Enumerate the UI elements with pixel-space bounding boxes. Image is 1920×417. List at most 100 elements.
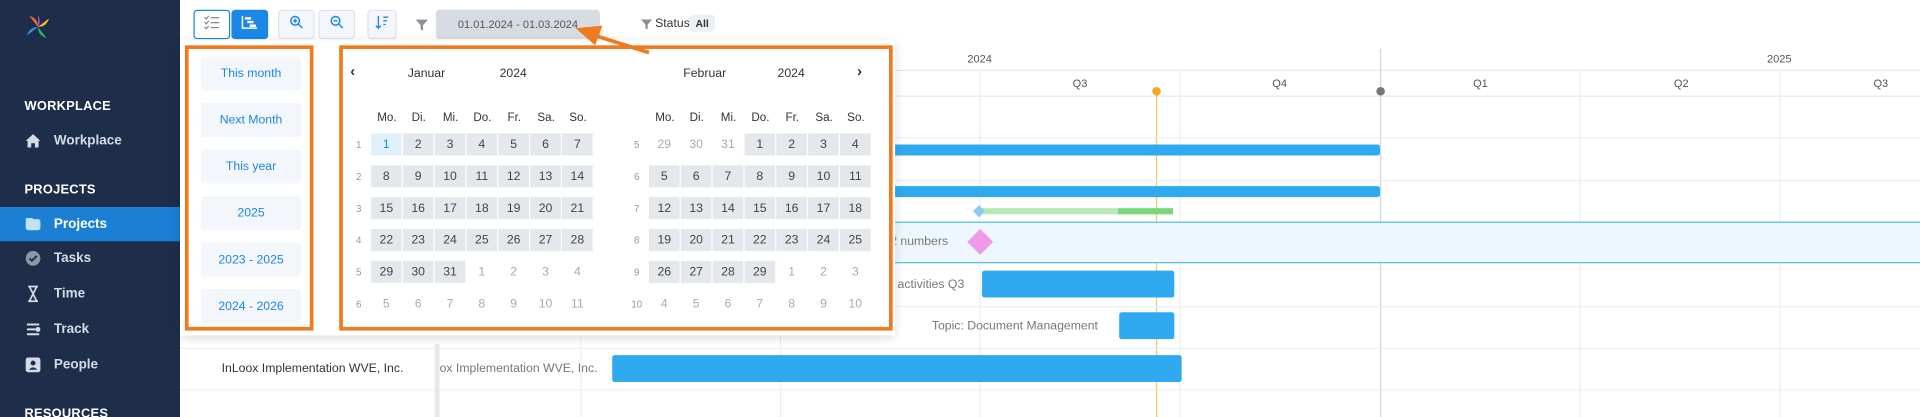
- calendar-day[interactable]: 4: [840, 133, 871, 156]
- calendar-day[interactable]: 21: [712, 228, 744, 252]
- calendar-day[interactable]: 8: [467, 293, 498, 315]
- calendar-day[interactable]: 25: [466, 228, 498, 252]
- calendar-day[interactable]: 30: [402, 260, 434, 283]
- calendar-day[interactable]: 10: [530, 293, 561, 315]
- calendar-day[interactable]: 3: [808, 133, 839, 156]
- calendar-day[interactable]: 1: [776, 261, 807, 283]
- sidebar-item-track[interactable]: Track: [0, 312, 180, 346]
- calendar-day[interactable]: 28: [562, 228, 593, 252]
- calendar-day[interactable]: 26: [498, 228, 529, 252]
- calendar-day[interactable]: 15: [371, 197, 402, 220]
- calendar-day[interactable]: 18: [840, 197, 871, 220]
- left-month-label[interactable]: Januar: [408, 67, 445, 80]
- calendar-day[interactable]: 7: [744, 293, 775, 315]
- calendar-day[interactable]: 5: [681, 293, 712, 315]
- preset-this-year[interactable]: This year: [200, 149, 302, 184]
- calendar-day[interactable]: 31: [713, 133, 744, 155]
- calendar-day[interactable]: 10: [808, 165, 839, 188]
- calendar-day[interactable]: 16: [776, 197, 807, 220]
- calendar-day[interactable]: 8: [371, 165, 402, 188]
- sidebar-item-tasks[interactable]: Tasks: [0, 241, 180, 275]
- calendar-day[interactable]: 17: [808, 197, 839, 220]
- calendar-day[interactable]: 13: [680, 197, 712, 220]
- calendar-day[interactable]: 24: [808, 228, 839, 252]
- task-bar[interactable]: [612, 355, 1182, 383]
- preset-next-month[interactable]: Next Month: [200, 102, 302, 138]
- calendar-day[interactable]: 6: [713, 293, 744, 315]
- sidebar-item-people[interactable]: People: [0, 348, 180, 382]
- zoom-in-button[interactable]: [277, 9, 315, 40]
- task-list-view-button[interactable]: [193, 9, 231, 40]
- gantt-view-button[interactable]: [231, 9, 269, 40]
- calendar-day[interactable]: 6: [680, 165, 712, 188]
- calendar-day[interactable]: 29: [649, 133, 680, 155]
- calendar-day[interactable]: 20: [530, 197, 561, 220]
- calendar-day[interactable]: 6: [530, 133, 561, 156]
- status-all-badge[interactable]: All: [689, 14, 715, 32]
- preset-2024-2026[interactable]: 2024 - 2026: [200, 288, 302, 324]
- task-bar[interactable]: [982, 270, 1175, 298]
- sidebar-item-time[interactable]: Time: [0, 277, 180, 311]
- calendar-day[interactable]: 25: [840, 228, 871, 252]
- calendar-day[interactable]: 22: [371, 228, 402, 252]
- calendar-day[interactable]: 14: [712, 197, 744, 220]
- calendar-day[interactable]: 1: [371, 133, 402, 156]
- calendar-day[interactable]: 18: [466, 197, 498, 220]
- calendar-day[interactable]: 5: [371, 293, 402, 315]
- calendar-day[interactable]: 5: [648, 165, 680, 188]
- calendar-day[interactable]: 9: [498, 293, 529, 315]
- sidebar-item-workplace[interactable]: Workplace: [0, 124, 180, 158]
- calendar-day[interactable]: 1: [744, 133, 776, 156]
- left-year-label[interactable]: 2024: [500, 67, 527, 80]
- prev-month-button[interactable]: ‹: [350, 62, 355, 79]
- sidebar-item-projects[interactable]: Projects: [0, 206, 181, 242]
- calendar-day[interactable]: 4: [562, 261, 593, 283]
- next-month-button[interactable]: ›: [857, 62, 862, 79]
- calendar-day[interactable]: 7: [435, 293, 466, 315]
- calendar-day[interactable]: 28: [712, 260, 744, 283]
- calendar-day[interactable]: 8: [776, 293, 807, 315]
- panel-splitter[interactable]: [434, 344, 440, 417]
- calendar-day[interactable]: 15: [744, 197, 776, 220]
- sort-button[interactable]: [367, 9, 397, 40]
- preset-2023-2025[interactable]: 2023 - 2025: [200, 242, 302, 277]
- calendar-day[interactable]: 29: [371, 260, 402, 283]
- calendar-day[interactable]: 19: [648, 228, 680, 252]
- right-month-label[interactable]: Februar: [683, 67, 726, 80]
- calendar-day[interactable]: 19: [498, 197, 529, 220]
- right-year-label[interactable]: 2024: [778, 67, 805, 80]
- project-name[interactable]: InLoox Implementation WVE, Inc.: [222, 362, 404, 375]
- calendar-day[interactable]: 10: [434, 165, 466, 188]
- calendar-day[interactable]: 5: [498, 133, 529, 156]
- calendar-day[interactable]: 14: [562, 165, 593, 188]
- calendar-day[interactable]: 8: [744, 165, 776, 188]
- calendar-day[interactable]: 24: [434, 228, 466, 252]
- calendar-day[interactable]: 4: [466, 133, 498, 156]
- calendar-day[interactable]: 9: [776, 165, 807, 188]
- calendar-day[interactable]: 3: [840, 261, 871, 283]
- calendar-day[interactable]: 7: [712, 165, 744, 188]
- calendar-day[interactable]: 2: [402, 133, 434, 156]
- calendar-day[interactable]: 4: [649, 293, 680, 315]
- calendar-day[interactable]: 11: [466, 165, 498, 188]
- calendar-day[interactable]: 11: [562, 293, 593, 315]
- calendar-day[interactable]: 23: [776, 228, 807, 252]
- calendar-day[interactable]: 10: [840, 293, 871, 315]
- calendar-day[interactable]: 26: [648, 260, 680, 283]
- calendar-day[interactable]: 2: [808, 261, 839, 283]
- calendar-day[interactable]: 22: [744, 228, 776, 252]
- calendar-day[interactable]: 2: [498, 261, 529, 283]
- status-filter[interactable]: Status:: [640, 17, 693, 31]
- calendar-day[interactable]: 3: [530, 261, 561, 283]
- calendar-day[interactable]: 20: [680, 228, 712, 252]
- calendar-day[interactable]: 12: [648, 197, 680, 220]
- calendar-day[interactable]: 1: [467, 261, 498, 283]
- calendar-day[interactable]: 6: [403, 293, 434, 315]
- calendar-day[interactable]: 31: [434, 260, 466, 283]
- calendar-day[interactable]: 3: [434, 133, 466, 156]
- calendar-day[interactable]: 2: [776, 133, 807, 156]
- filter-icon[interactable]: [415, 16, 428, 38]
- project-bar[interactable]: [865, 186, 1381, 198]
- calendar-day[interactable]: 21: [562, 197, 593, 220]
- calendar-day[interactable]: 7: [562, 133, 593, 156]
